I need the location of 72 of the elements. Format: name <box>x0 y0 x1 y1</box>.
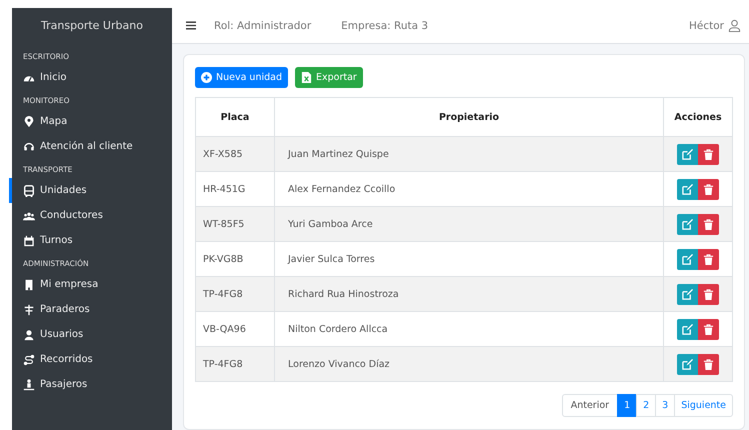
edit-icon <box>682 218 693 230</box>
next-page-button[interactable]: Siguiente <box>674 394 733 417</box>
delete-button[interactable] <box>698 318 719 340</box>
delete-button[interactable] <box>698 284 719 304</box>
trash-icon <box>703 254 714 264</box>
edit-button[interactable] <box>677 144 698 164</box>
sidebar-item[interactable]: Inicio <box>9 65 172 90</box>
app-title: Transporte Urbano <box>40 18 144 34</box>
person-icon <box>23 378 35 390</box>
sidebar-item[interactable]: Usuarios <box>9 322 172 347</box>
table-cell: Lorenzo Vivanco Díaz <box>274 346 664 382</box>
role-label: Rol: Administrador <box>214 20 312 32</box>
bus-icon <box>23 184 35 196</box>
sidebar-item[interactable]: Mi empresa <box>9 272 172 297</box>
company-label: Empresa: Ruta 3 <box>341 20 428 32</box>
user-icon <box>23 328 35 340</box>
edit-button[interactable] <box>677 354 698 374</box>
user-name[interactable]: Héctor <box>689 20 724 32</box>
sidebar-item[interactable]: Atención al cliente <box>9 134 172 159</box>
delete-button[interactable] <box>698 354 719 374</box>
sidebar-item[interactable]: Paraderos <box>9 297 172 322</box>
delete-button[interactable] <box>698 248 719 270</box>
table-cell: TP-4FG8 <box>196 346 274 382</box>
sidebar-item[interactable]: Recorridos <box>9 347 172 372</box>
plus-circle-icon <box>201 72 212 83</box>
menu-icon[interactable] <box>186 21 196 30</box>
edit-icon <box>682 324 693 334</box>
page-button[interactable]: 1 <box>617 394 638 417</box>
sidebar-item[interactable]: Pasajeros <box>9 372 172 397</box>
signpost-icon <box>23 304 35 316</box>
edit-button[interactable] <box>677 178 698 200</box>
delete-button[interactable] <box>698 144 719 164</box>
table-cell: XF-X585 <box>196 136 274 172</box>
delete-button[interactable] <box>698 214 719 234</box>
route-icon <box>23 354 35 366</box>
trash-icon <box>703 148 714 160</box>
edit-button[interactable] <box>677 248 698 270</box>
pin-icon <box>23 116 35 128</box>
edit-icon <box>682 358 693 370</box>
trash-icon <box>703 184 714 194</box>
table-cell: TP-4FG8 <box>196 276 274 312</box>
delete-button[interactable] <box>698 178 719 200</box>
previous-page-button[interactable]: Anterior <box>562 394 618 417</box>
page-button[interactable]: 2 <box>636 394 656 417</box>
building-icon <box>23 278 35 290</box>
table-cell: WT-85F5 <box>196 206 274 242</box>
column-header: Placa <box>196 98 274 136</box>
edit-button[interactable] <box>677 318 698 340</box>
column-header: Propietario <box>274 98 664 136</box>
edit-icon <box>682 288 693 300</box>
edit-button[interactable] <box>677 214 698 234</box>
page-button[interactable]: 3 <box>655 394 676 417</box>
sidebar-item[interactable]: Conductores <box>9 203 172 228</box>
headset-icon <box>23 140 35 152</box>
table-cell: Richard Rua Hinostroza <box>274 276 664 312</box>
new-unit-button[interactable]: Nueva unidad <box>195 67 288 88</box>
edit-button[interactable] <box>677 284 698 304</box>
user-icon[interactable] <box>728 19 741 32</box>
trash-icon <box>703 218 714 230</box>
edit-icon <box>682 148 693 160</box>
trash-icon <box>703 288 714 300</box>
edit-icon <box>682 184 693 194</box>
trash-icon <box>703 324 714 334</box>
calendar-icon <box>23 234 35 246</box>
sidebar-item[interactable]: Mapa <box>9 109 172 134</box>
table-cell: Yuri Gamboa Arce <box>274 206 664 242</box>
sidebar-item[interactable]: Turnos <box>9 228 172 253</box>
spreadsheet-file-icon <box>301 72 312 83</box>
edit-icon <box>682 254 693 264</box>
trash-icon <box>703 358 714 370</box>
users-icon <box>23 210 35 222</box>
table-cell: Juan Martinez Quispe <box>274 136 664 172</box>
